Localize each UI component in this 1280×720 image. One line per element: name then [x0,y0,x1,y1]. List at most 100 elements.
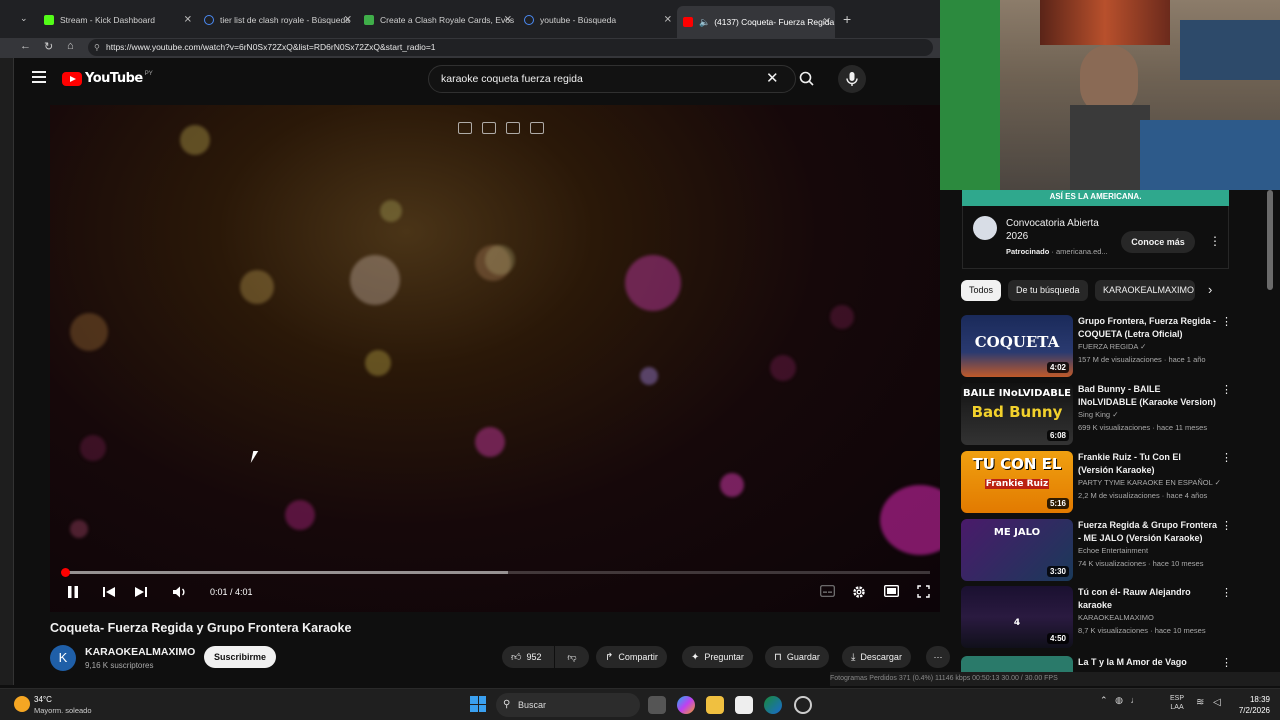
chevron-right-icon[interactable]: › [1208,282,1212,297]
video-thumbnail[interactable]: BAILE INoLVIDABLE Bad Bunny 6:08 [961,383,1073,445]
search-button[interactable] [796,68,818,90]
translate-icon[interactable] [530,122,544,134]
recommendation-channel[interactable]: Echoe Entertainment [1078,546,1148,555]
store-icon[interactable] [735,696,753,714]
subscribe-button[interactable]: Suscribirme [204,646,276,668]
weather-temperature[interactable]: 34°C [34,695,52,704]
close-tab-icon[interactable]: ✕ [504,15,512,26]
tab-youtube-video[interactable]: 🔈 (4137) Coqueta- Fuerza Regida ✕ [677,6,835,38]
share-overlay-icon[interactable] [506,122,520,134]
close-tab-icon[interactable]: ✕ [344,15,352,26]
recommendation-title[interactable]: Tú con él- Rauw Alejandro karaoke [1078,586,1218,611]
tab-kick-dashboard[interactable]: Stream - Kick Dashboard ✕ [38,7,196,33]
copilot-icon[interactable] [677,696,695,714]
more-vertical-icon[interactable]: ⋮ [1221,586,1232,599]
edge-browser-icon[interactable] [764,696,782,714]
ad-cta-button[interactable]: Conoce más [1121,231,1195,253]
back-icon[interactable]: ← [20,40,31,52]
subtitles-button[interactable] [820,585,835,600]
youtube-logo[interactable]: YouTube PY [62,71,153,86]
save-button[interactable]: ⊓ Guardar [765,646,829,668]
video-thumbnail[interactable]: ME JALO 3:30 [961,519,1073,581]
next-button[interactable] [134,585,148,602]
ad-title[interactable]: Convocatoria Abierta 2026 [1006,217,1116,243]
speaker-tray-icon[interactable]: ◁ [1213,697,1221,708]
like-button[interactable]: 👍︎ 952 [502,646,554,668]
recommendation-title[interactable]: Frankie Ruiz - Tu Con El (Versión Karaok… [1078,451,1218,476]
recommendation-item[interactable]: ME JALO 3:30 Fuerza Regida & Grupo Front… [961,519,1232,583]
system-tray[interactable]: ⌃ ◍ ♩ [1100,695,1139,706]
new-tab-button[interactable]: + [843,11,851,27]
weather-sun-icon[interactable] [14,696,30,712]
more-vertical-icon[interactable]: ⋮ [1221,383,1232,396]
close-tab-icon[interactable]: ✕ [184,15,192,26]
reload-icon[interactable]: ↻ [44,40,53,53]
video-thumbnail[interactable]: COQUETA 4:02 [961,315,1073,377]
recommendation-title[interactable]: Fuerza Regida & Grupo Frontera - ME JALO… [1078,519,1218,544]
more-actions-button[interactable]: ⋯ [926,646,950,668]
task-view-icon[interactable] [648,696,666,714]
voice-search-button[interactable] [838,65,866,93]
chip-all[interactable]: Todos [961,280,1002,301]
progress-bar[interactable] [61,568,930,577]
close-tab-icon[interactable]: ✕ [664,15,672,26]
tab-tier-list-search[interactable]: tier list de clash royale - Búsqueda ✕ [198,7,356,33]
previous-button[interactable] [102,585,116,602]
dislike-button[interactable]: 👎︎ [555,646,589,668]
language-indicator[interactable]: ESP LAA [1170,694,1184,712]
wifi-icon[interactable]: ≋ [1196,697,1204,708]
chevron-up-icon[interactable]: ⌃ [1100,695,1108,705]
ad-banner[interactable]: ASÍ ES LA AMERICANA. [962,190,1229,206]
network-icon[interactable]: ◍ [1115,695,1123,705]
more-vertical-icon[interactable]: ⋮ [1209,234,1221,248]
microphone-tray-icon[interactable]: ♩ [1130,695,1139,705]
video-thumbnail[interactable]: TU CON EL Frankie Ruiz 5:16 [961,451,1073,513]
recommendation-item[interactable]: BAILE INoLVIDABLE Bad Bunny 6:08 Bad Bun… [961,383,1232,447]
download-button[interactable]: ⤓ Descargar [842,646,911,668]
clear-search-icon[interactable]: ✕ [766,69,779,87]
recommendation-channel[interactable]: FUERZA REGIDA ✓ [1078,342,1146,351]
recommendation-item[interactable]: COQUETA 4:02 Grupo Frontera, Fuerza Regi… [961,315,1232,379]
weather-description[interactable]: Mayorm. soleado [34,706,92,715]
more-vertical-icon[interactable]: ⋮ [1221,656,1231,669]
scrubber-handle[interactable] [61,568,71,577]
speaker-icon[interactable]: 🔈 [699,17,710,28]
file-explorer-icon[interactable] [706,696,724,714]
recommendation-channel[interactable]: PARTY TYME KARAOKE EN ESPAÑOL ✓ [1078,478,1221,487]
address-bar[interactable]: ⚲ https://www.youtube.com/watch?v=6rN0Sx… [88,39,933,56]
channel-name[interactable]: KARAOKEALMAXIMO [85,646,195,658]
sidebar-scrollbar[interactable] [1266,190,1274,675]
recommendation-item[interactable]: 4 4:50 Tú con él- Rauw Alejandro karaoke… [961,586,1232,650]
clock[interactable]: 18:39 7/2/2026 [1230,694,1270,716]
obs-icon[interactable] [794,696,812,714]
ad-card[interactable]: Convocatoria Abierta 2026 Patrocinado · … [962,206,1229,269]
more-vertical-icon[interactable]: ⋮ [1221,451,1232,464]
home-icon[interactable]: ⌂ [67,40,74,52]
recommendation-title[interactable]: Grupo Frontera, Fuerza Regida - COQUETA … [1078,315,1218,340]
menu-icon[interactable] [32,71,46,83]
taskbar-search[interactable]: ⚲ Buscar [496,693,640,717]
recommendation-title[interactable]: La T y la M Amor de Vago [1078,656,1218,669]
chip-channel[interactable]: KARAOKEALMAXIMO [1095,280,1195,301]
recommendation-item[interactable]: TU CON EL Frankie Ruiz 5:16 Frankie Ruiz… [961,451,1232,515]
recommendation-title[interactable]: Bad Bunny - BAILE INoLVIDABLE (Karaoke V… [1078,383,1218,408]
tab-search-dropdown-icon[interactable]: ⌄ [20,13,28,24]
start-button[interactable] [470,696,486,712]
tab-youtube-search[interactable]: youtube - Búsqueda ✕ [518,7,676,33]
cast-icon[interactable] [482,122,496,134]
share-button[interactable]: ↱ Compartir [596,646,667,668]
chip-from-search[interactable]: De tu búsqueda [1008,280,1088,301]
video-thumbnail[interactable]: 4 4:50 [961,586,1073,648]
scrollbar-thumb[interactable] [1267,190,1273,290]
miniplayer-icon[interactable] [458,122,472,134]
more-vertical-icon[interactable]: ⋮ [1221,519,1232,532]
more-vertical-icon[interactable]: ⋮ [1221,315,1232,328]
recommendation-channel[interactable]: KARAOKEALMAXIMO [1078,613,1154,622]
site-info-icon[interactable]: ⚲ [94,39,100,56]
fullscreen-button[interactable] [917,585,930,601]
search-input[interactable]: karaoke coqueta fuerza regida [428,65,796,93]
ask-button[interactable]: ✦ Preguntar [682,646,753,668]
channel-avatar[interactable]: K [50,645,76,671]
video-player[interactable]: 0:01 / 4:01 [50,105,940,612]
close-tab-icon[interactable]: ✕ [823,17,831,28]
